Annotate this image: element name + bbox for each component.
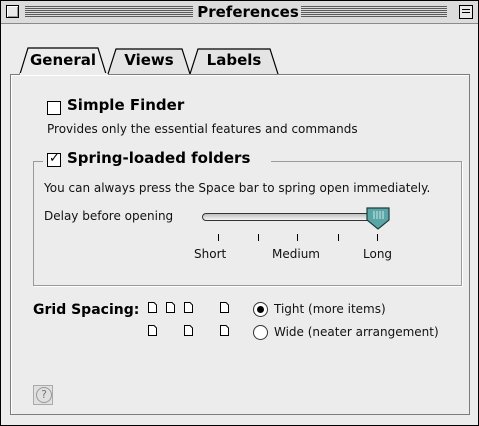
tick-label-long: Long [363, 247, 393, 261]
spring-loaded-description: You can always press the Space bar to sp… [44, 181, 431, 195]
tight-radio[interactable] [253, 302, 268, 317]
slider-tick [258, 234, 259, 241]
simple-finder-description: Provides only the essential features and… [47, 122, 358, 136]
document-icon [184, 325, 193, 336]
window-title: Preferences [195, 3, 301, 21]
title-bar[interactable]: Preferences [1, 1, 478, 24]
simple-finder-checkbox[interactable] [47, 101, 61, 115]
spring-loaded-checkbox[interactable]: ✓ [47, 151, 61, 167]
title-stripes-right [301, 6, 447, 17]
slider-tick [377, 234, 378, 241]
document-icon [220, 325, 229, 336]
wide-radio[interactable] [253, 325, 268, 340]
tick-label-short: Short [194, 247, 227, 261]
spring-loaded-group [33, 161, 462, 286]
tab-labels[interactable]: Labels [188, 47, 280, 74]
tab-general[interactable]: General [18, 46, 108, 75]
document-icon [220, 302, 229, 313]
help-icon[interactable] [33, 385, 53, 405]
title-stripes-left [25, 6, 193, 17]
spring-loaded-label[interactable]: Spring-loaded folders [67, 149, 250, 167]
simple-finder-label[interactable]: Simple Finder [67, 96, 184, 114]
wide-option-label[interactable]: Wide (neater arrangement) [274, 325, 439, 339]
close-box-icon[interactable] [6, 5, 19, 18]
collapse-box-icon[interactable] [459, 5, 473, 19]
document-icon [148, 325, 157, 336]
slider-tick [297, 234, 298, 241]
checkmark-icon: ✓ [49, 151, 60, 166]
tab-general-label: General [30, 51, 96, 69]
document-icon [166, 302, 175, 313]
tab-views[interactable]: Views [106, 47, 192, 74]
delay-label: Delay before opening [44, 209, 174, 223]
document-icon [148, 302, 157, 313]
tab-labels-label: Labels [206, 51, 262, 69]
document-icon [184, 302, 193, 313]
slider-tick [338, 234, 339, 241]
tab-views-label: Views [124, 51, 174, 69]
delay-slider-track[interactable] [202, 213, 388, 221]
slider-tick [218, 234, 219, 241]
slider-thumb-icon[interactable] [365, 206, 391, 230]
tick-label-medium: Medium [272, 247, 320, 261]
grid-spacing-label: Grid Spacing: [33, 302, 140, 318]
tight-option-label[interactable]: Tight (more items) [274, 302, 386, 316]
